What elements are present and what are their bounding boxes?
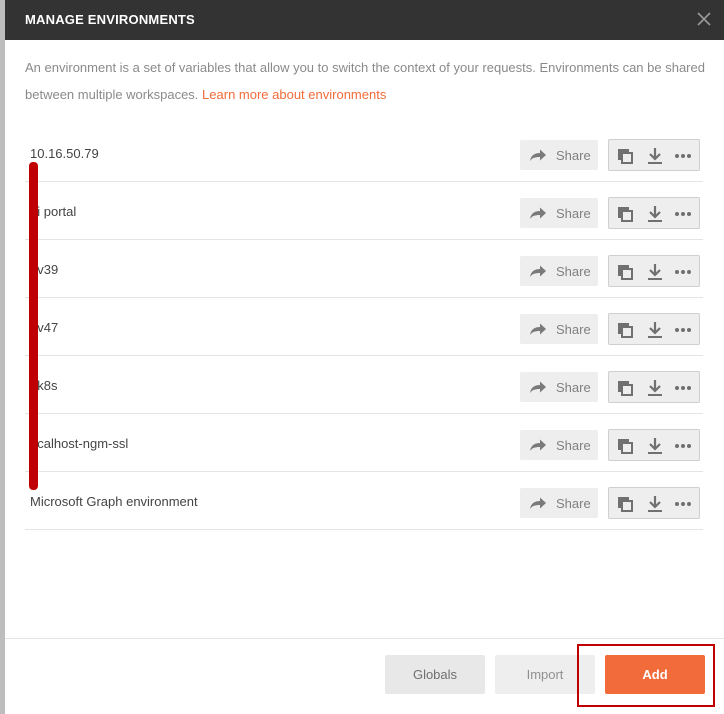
more-options-icon[interactable]	[673, 494, 693, 514]
duplicate-icon[interactable]	[615, 494, 635, 514]
duplicate-icon[interactable]	[615, 436, 635, 456]
more-options-icon[interactable]	[673, 204, 693, 224]
share-label: Share	[556, 263, 591, 279]
download-icon[interactable]	[645, 436, 665, 456]
share-button[interactable]: Share	[520, 256, 598, 286]
environment-actions	[608, 429, 700, 461]
close-icon[interactable]	[694, 9, 714, 29]
dialog-description: An environment is a set of variables tha…	[25, 54, 705, 108]
add-button-highlight	[577, 644, 715, 707]
share-label: Share	[556, 147, 591, 163]
environment-actions	[608, 139, 700, 171]
share-button[interactable]: Share	[520, 488, 598, 518]
share-button[interactable]: Share	[520, 198, 598, 228]
share-arrow-icon	[530, 265, 546, 277]
share-arrow-icon	[530, 439, 546, 451]
globals-button[interactable]: Globals	[385, 655, 485, 694]
redaction-mark	[29, 162, 38, 490]
share-label: Share	[556, 437, 591, 453]
environment-actions	[608, 255, 700, 287]
environment-actions	[608, 313, 700, 345]
more-options-icon[interactable]	[673, 262, 693, 282]
duplicate-icon[interactable]	[615, 320, 635, 340]
share-arrow-icon	[530, 323, 546, 335]
environment-row[interactable]: ev39 Share	[25, 240, 703, 298]
download-icon[interactable]	[645, 494, 665, 514]
share-button[interactable]: Share	[520, 314, 598, 344]
share-arrow-icon	[530, 207, 546, 219]
environment-list: 10.16.50.79 Share pi portal Share ev39 S…	[25, 124, 703, 530]
manage-environments-dialog: MANAGE ENVIRONMENTS An environment is a …	[5, 0, 724, 714]
share-label: Share	[556, 321, 591, 337]
share-label: Share	[556, 495, 591, 511]
share-button[interactable]: Share	[520, 430, 598, 460]
download-icon[interactable]	[645, 262, 665, 282]
more-options-icon[interactable]	[673, 378, 693, 398]
duplicate-icon[interactable]	[615, 146, 635, 166]
share-label: Share	[556, 379, 591, 395]
share-button[interactable]: Share	[520, 140, 598, 170]
environment-actions	[608, 371, 700, 403]
dialog-titlebar: MANAGE ENVIRONMENTS	[5, 0, 724, 40]
environment-name[interactable]: 10.16.50.79	[30, 146, 99, 161]
more-options-icon[interactable]	[673, 320, 693, 340]
footer-divider	[5, 638, 724, 639]
duplicate-icon[interactable]	[615, 378, 635, 398]
environment-actions	[608, 197, 700, 229]
environment-row[interactable]: ocalhost-ngm-ssl Share	[25, 414, 703, 472]
environment-row[interactable]: ev47 Share	[25, 298, 703, 356]
environment-row[interactable]: Microsoft Graph environment Share	[25, 472, 703, 530]
environment-row[interactable]: 9k8s Share	[25, 356, 703, 414]
share-arrow-icon	[530, 497, 546, 509]
environment-actions	[608, 487, 700, 519]
more-options-icon[interactable]	[673, 146, 693, 166]
share-label: Share	[556, 205, 591, 221]
share-arrow-icon	[530, 381, 546, 393]
download-icon[interactable]	[645, 320, 665, 340]
download-icon[interactable]	[645, 378, 665, 398]
duplicate-icon[interactable]	[615, 204, 635, 224]
environment-row[interactable]: pi portal Share	[25, 182, 703, 240]
duplicate-icon[interactable]	[615, 262, 635, 282]
environment-name[interactable]: Microsoft Graph environment	[30, 494, 198, 509]
dialog-title: MANAGE ENVIRONMENTS	[25, 12, 195, 27]
environment-row[interactable]: 10.16.50.79 Share	[25, 124, 703, 182]
share-button[interactable]: Share	[520, 372, 598, 402]
download-icon[interactable]	[645, 204, 665, 224]
learn-more-link[interactable]: Learn more about environments	[202, 87, 386, 102]
more-options-icon[interactable]	[673, 436, 693, 456]
download-icon[interactable]	[645, 146, 665, 166]
environment-name[interactable]: ocalhost-ngm-ssl	[30, 436, 128, 451]
share-arrow-icon	[530, 149, 546, 161]
